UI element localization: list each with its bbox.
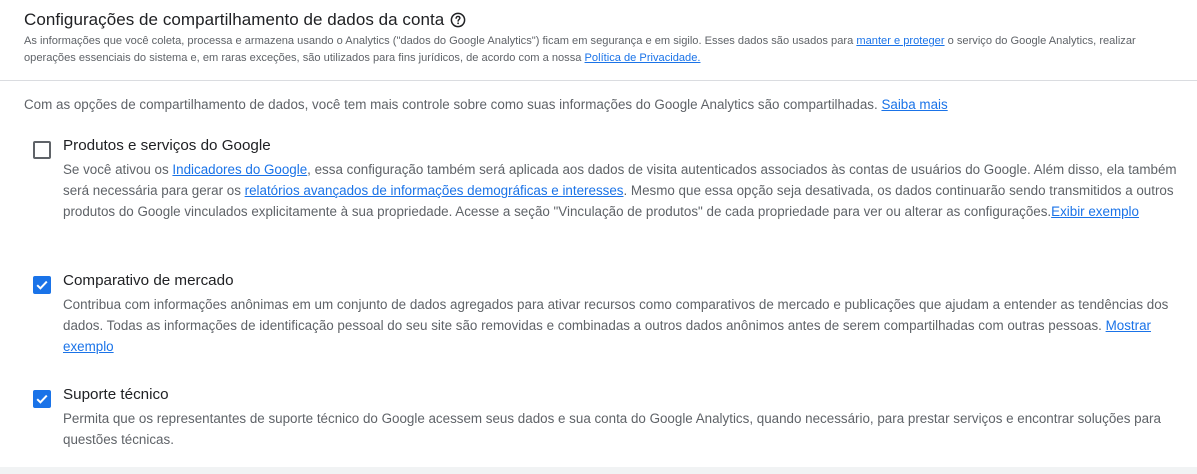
option-title: Suporte técnico: [63, 386, 169, 403]
checkmark-icon: [36, 394, 48, 404]
bottom-divider: [0, 467, 1197, 474]
option-description: Permita que os representantes de suporte…: [63, 411, 1161, 448]
intro-text: Com as opções de compartilhamento de dad…: [24, 96, 1184, 114]
option-title: Produtos e serviços do Google: [63, 137, 271, 154]
checkmark-icon: [36, 280, 48, 290]
option-desc-text-1: Se você ativou os: [63, 162, 173, 177]
learn-more-link[interactable]: Saiba mais: [881, 97, 947, 112]
demographics-reports-link[interactable]: relatórios avançados de informações demo…: [245, 183, 624, 198]
technical-support-checkbox[interactable]: [33, 390, 51, 408]
option-desc-text: Contribua com informações anônimas em um…: [63, 297, 1169, 334]
option-description: Contribua com informações anônimas em um…: [63, 294, 1188, 358]
option-title: Comparativo de mercado: [63, 272, 234, 289]
privacy-policy-link[interactable]: Política de Privacidade.: [585, 52, 701, 64]
manter-proteger-link[interactable]: manter e proteger: [856, 35, 944, 47]
google-signals-link[interactable]: Indicadores do Google: [172, 162, 307, 177]
help-circle-icon[interactable]: [450, 12, 466, 28]
show-example-link[interactable]: Exibir exemplo: [1051, 204, 1139, 219]
option-description: Se você ativou os Indicadores do Google,…: [63, 159, 1188, 223]
page-title: Configurações de compartilhamento de dad…: [24, 10, 445, 29]
header-desc-text-1: As informações que você coleta, processa…: [24, 35, 857, 47]
account-data-sharing-header: Configurações de compartilhamento de dad…: [0, 0, 1197, 81]
header-title-row: Configurações de compartilhamento de dad…: [24, 9, 1197, 31]
header-description: As informações que você coleta, processa…: [24, 33, 1174, 66]
intro-text-body: Com as opções de compartilhamento de dad…: [24, 97, 882, 112]
benchmarking-checkbox[interactable]: [33, 276, 51, 294]
google-products-checkbox[interactable]: [33, 141, 51, 159]
